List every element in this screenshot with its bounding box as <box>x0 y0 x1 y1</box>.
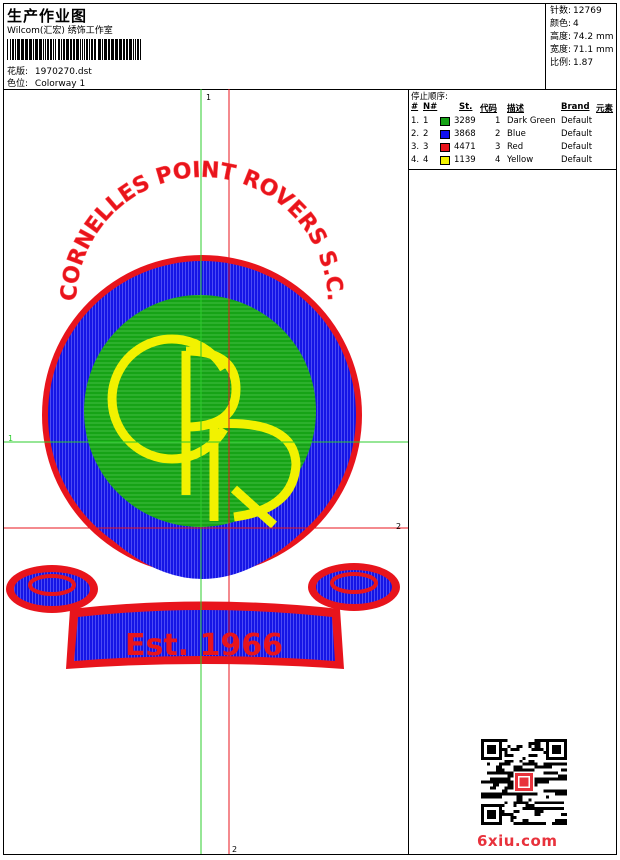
col-n-header: N# <box>423 102 438 112</box>
color-sequence-panel: 停止顺序: # N# St. 代码 描述 Brand 元素 1. 1 3289 … <box>409 89 616 170</box>
stat-width: 宽度: 71.1 mm <box>550 45 614 55</box>
design-preview: CORNELLES POINT ROVERS S.C. Est. 1966 1 … <box>4 89 409 854</box>
guide-label-v1: 1 <box>206 93 211 102</box>
stats-panel: 针数: 12769 颜色: 4 高度: 74.2 mm 宽度: 71.1 mm 比例: 1… <box>548 5 613 70</box>
color-swatch <box>440 143 450 152</box>
guide-label-v2: 2 <box>232 845 237 854</box>
qr-code <box>481 739 567 825</box>
banner-text: Est. 1966 <box>125 628 283 663</box>
colorway-label: 色位: <box>7 79 29 89</box>
stat-height: 高度: 74.2 mm <box>550 32 614 42</box>
color-row: 3. 3 4471 3 Red Default <box>411 142 593 152</box>
guide-label-h2: 2 <box>396 522 401 531</box>
stat-stitches: 针数: 12769 <box>550 6 602 16</box>
col-code-header: 代码 <box>480 104 498 114</box>
colorway-line: 色位: Colorway 1 <box>7 76 85 89</box>
col-brand-header: Brand <box>561 102 590 112</box>
header: 生产作业图 Wilcom(汇宏) 绣饰工作室 花版: 1970270.dst 色… <box>4 4 616 90</box>
barcode <box>7 39 141 60</box>
col-desc-header: 描述 <box>507 104 525 114</box>
header-info: 生产作业图 Wilcom(汇宏) 绣饰工作室 花版: 1970270.dst 色… <box>4 4 546 89</box>
stat-colors: 颜色: 4 <box>550 19 579 29</box>
production-sheet: 生产作业图 Wilcom(汇宏) 绣饰工作室 花版: 1970270.dst 色… <box>3 3 617 855</box>
studio-name: Wilcom(汇宏) 绣饰工作室 <box>7 26 113 36</box>
color-swatch <box>440 117 450 126</box>
col-num-header: # <box>411 102 419 112</box>
guide-label-h1: 1 <box>8 434 13 443</box>
embroidery-design: CORNELLES POINT ROVERS S.C. Est. 1966 1 … <box>4 89 408 854</box>
watermark-logo: 6xiu.com <box>477 832 558 850</box>
color-swatch <box>440 130 450 139</box>
color-row: 2. 2 3868 2 Blue Default <box>411 129 593 139</box>
col-st-header: St. <box>459 102 473 112</box>
color-row: 4. 4 1139 4 Yellow Default <box>411 155 593 165</box>
color-swatch <box>440 156 450 165</box>
col-elem-header: 元素 <box>596 104 614 114</box>
color-row: 1. 1 3289 1 Dark Green Default <box>411 116 593 126</box>
stat-scale: 比例: 1.87 <box>550 58 594 68</box>
colorway-value: Colorway 1 <box>34 79 86 89</box>
color-sequence-title: 停止顺序: <box>411 92 448 102</box>
